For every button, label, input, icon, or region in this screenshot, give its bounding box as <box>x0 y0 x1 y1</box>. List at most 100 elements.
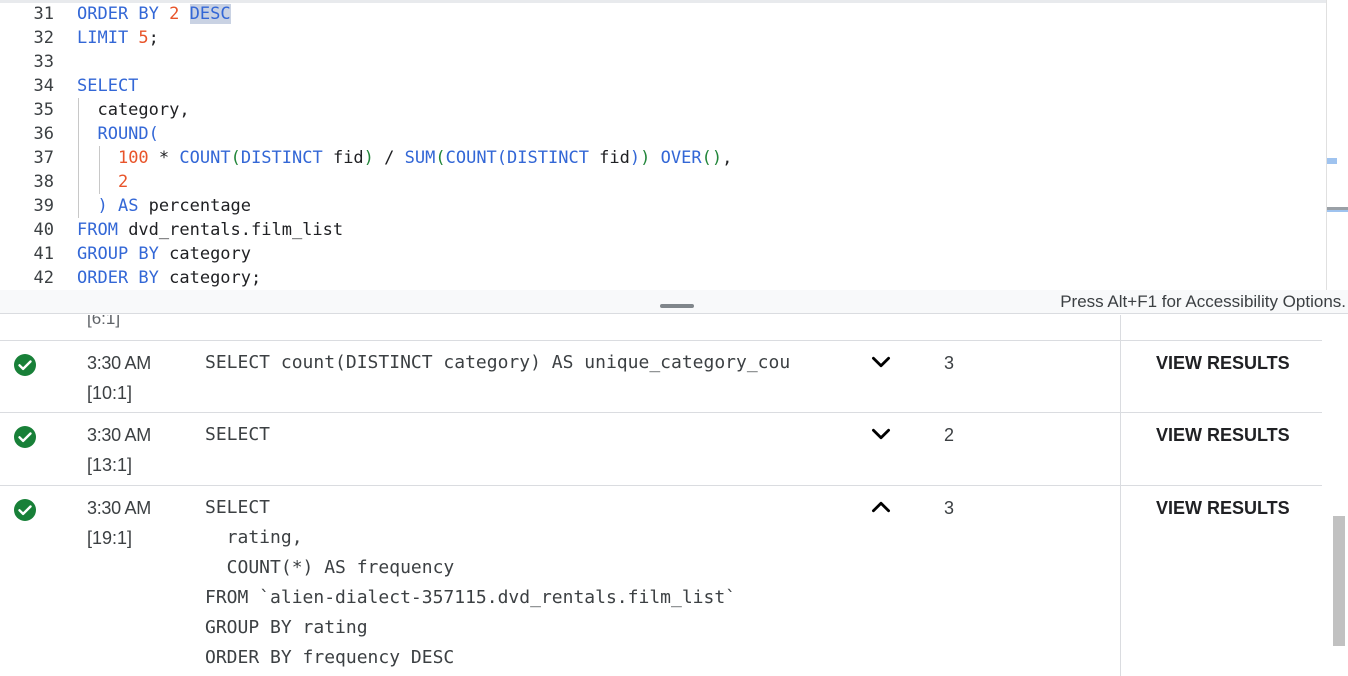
accessibility-hint: Press Alt+F1 for Accessibility Options. <box>1060 292 1346 311</box>
code-token: DISTINCT <box>507 148 589 168</box>
run-time: 3:30 AM <box>87 353 151 373</box>
code-line[interactable]: 33 <box>0 50 1326 74</box>
result-count: 3 <box>944 498 955 518</box>
panel-splitter[interactable]: Press Alt+F1 for Accessibility Options. <box>0 290 1348 314</box>
indent-guide <box>99 146 100 170</box>
view-results-button[interactable]: VIEW RESULTS <box>1156 349 1290 377</box>
code-line[interactable]: 41 GROUP BY category <box>0 242 1326 266</box>
line-number: 33 <box>33 52 54 72</box>
code-token: ; <box>148 28 159 48</box>
code-text[interactable]: ROUND( <box>77 122 159 146</box>
code-line[interactable]: 36 ROUND( <box>0 122 1326 146</box>
line-number: 32 <box>33 28 54 48</box>
column-divider <box>1120 315 1121 340</box>
code-token: COUNT <box>445 148 497 168</box>
code-text[interactable]: 2 <box>77 170 128 194</box>
indent-guide <box>78 122 79 146</box>
code-token: 2 <box>169 4 180 24</box>
line-number: 37 <box>33 148 54 168</box>
view-results-button[interactable]: VIEW RESULTS <box>1156 421 1290 449</box>
code-line[interactable]: 40 FROM dvd_rentals.film_list <box>0 218 1326 242</box>
code-token: , <box>722 148 733 168</box>
code-text[interactable]: ) AS percentage <box>77 194 251 218</box>
code-line[interactable]: 34 SELECT <box>0 74 1326 98</box>
code-token: AS <box>107 196 149 216</box>
code-token: COUNT <box>179 148 231 168</box>
code-token: FROM <box>77 220 129 240</box>
code-text[interactable]: GROUP BY category <box>77 242 251 266</box>
indent-guide <box>78 170 79 194</box>
code-token: SUM <box>404 148 436 168</box>
line-number: 40 <box>33 220 54 240</box>
history-row[interactable]: 3:30 AM [10:1] SELECT count(DISTINCT cat… <box>0 340 1322 414</box>
code-token: ) <box>77 196 108 216</box>
code-text[interactable]: category, <box>77 98 190 122</box>
code-token: GROUP BY <box>77 244 170 264</box>
code-token: fid <box>588 148 630 168</box>
sql-editor[interactable]: 31 ORDER BY 2 DESC 32 LIMIT 5; 33 34 SELECT 35 … <box>0 0 1348 290</box>
cursor-position: [13:1] <box>87 455 133 475</box>
query-text: SELECT count(DISTINCT category) AS uniqu… <box>205 352 791 373</box>
code-token: 100 <box>117 148 149 168</box>
code-text[interactable]: FROM dvd_rentals.film_list <box>77 218 343 242</box>
code-line[interactable]: 38 2 <box>0 170 1326 194</box>
query-text: SELECT rating, COUNT(*) AS frequency FRO… <box>205 497 737 668</box>
query-text: SELECT <box>205 424 271 445</box>
code-token: percentage <box>148 196 252 216</box>
run-time: 3:30 AM <box>87 498 151 518</box>
code-text[interactable]: SELECT <box>77 74 138 98</box>
history-row[interactable]: 3:30 AM [13:1] SELECT 2 VIEW RESULTS <box>0 413 1322 486</box>
code-line[interactable]: 35 category, <box>0 98 1326 122</box>
overview-ruler <box>1326 0 1327 290</box>
code-token: category, <box>77 100 190 120</box>
column-divider <box>1120 341 1121 414</box>
code-token: ORDER BY <box>77 268 170 288</box>
query-history: [6:1] 3:30 AM [10:1] SELECT count(DISTIN… <box>0 315 1348 676</box>
code-token: fid <box>322 148 364 168</box>
history-row-expanded[interactable]: 3:30 AM [19:1] SELECT rating, COUNT(*) A… <box>0 486 1322 676</box>
code-text[interactable]: LIMIT 5; <box>77 26 159 50</box>
line-number: 31 <box>33 4 54 24</box>
indent-guide <box>78 98 79 122</box>
code-line[interactable]: 31 ORDER BY 2 DESC <box>0 2 1326 26</box>
code-token: category <box>169 244 252 264</box>
code-token: / <box>373 148 405 168</box>
line-number: 42 <box>33 268 54 288</box>
check-circle-icon <box>14 426 36 448</box>
code-token: ( <box>496 148 508 168</box>
history-scrollbar-thumb[interactable] <box>1333 516 1345 646</box>
check-circle-icon <box>14 499 36 521</box>
code-token: ORDER BY <box>77 4 170 24</box>
code-text[interactable]: 100 * COUNT(DISTINCT fid) / SUM(COUNT(DI… <box>77 146 732 170</box>
cursor-position: [19:1] <box>87 528 133 548</box>
chevron-down-icon[interactable] <box>868 349 894 375</box>
code-token: () <box>701 148 723 168</box>
code-text[interactable]: ORDER BY category; <box>77 266 261 290</box>
code-line[interactable]: 39 ) AS percentage <box>0 194 1326 218</box>
code-token: category; <box>169 268 262 288</box>
code-token: SELECT <box>77 76 139 96</box>
chevron-down-icon[interactable] <box>868 421 894 447</box>
line-number: 34 <box>33 76 54 96</box>
code-line[interactable]: 37 100 * COUNT(DISTINCT fid) / SUM(COUNT… <box>0 146 1326 170</box>
line-number: 41 <box>33 244 54 264</box>
code-line[interactable]: 32 LIMIT 5; <box>0 26 1326 50</box>
code-token: LIMIT <box>77 28 139 48</box>
code-token: ) <box>363 148 374 168</box>
code-token: ) <box>629 148 641 168</box>
code-text[interactable]: ORDER BY 2 DESC <box>77 2 231 26</box>
column-divider <box>1120 413 1121 486</box>
code-token: 5 <box>138 28 149 48</box>
result-count: 2 <box>944 425 955 445</box>
indent-guide <box>99 170 100 194</box>
code-token: ROUND( <box>77 124 159 144</box>
chevron-up-icon[interactable] <box>868 494 894 520</box>
drag-handle[interactable] <box>660 304 694 308</box>
code-token: DESC <box>189 4 231 24</box>
code-token: * <box>148 148 180 168</box>
code-line[interactable]: 42 ORDER BY category; <box>0 266 1326 290</box>
view-results-button[interactable]: VIEW RESULTS <box>1156 494 1290 522</box>
